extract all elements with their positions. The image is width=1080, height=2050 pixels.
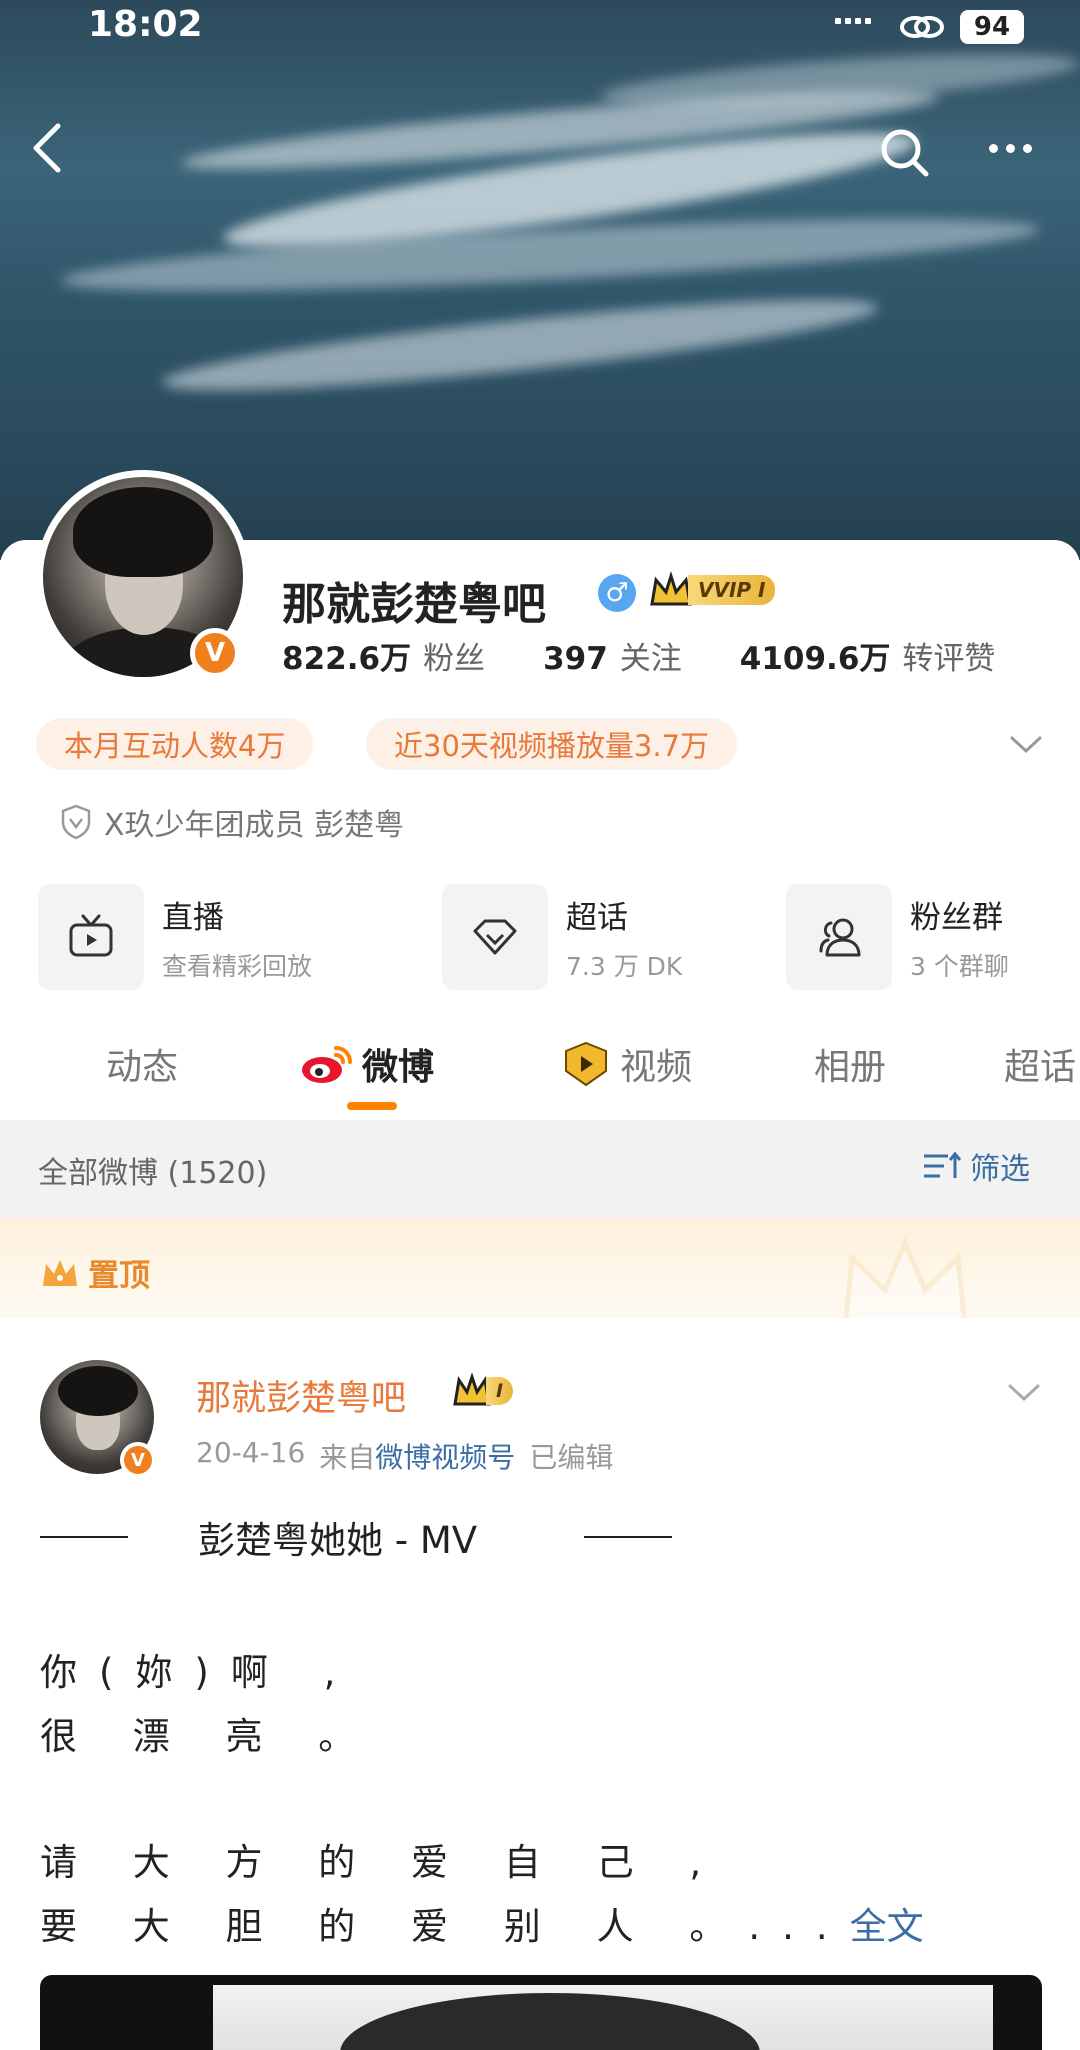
pinned-header: 置顶 <box>0 1218 1080 1331</box>
group-icon <box>819 918 861 957</box>
more-icon[interactable] <box>982 132 1038 164</box>
verification-row[interactable]: X玖少年团成员 彭楚粤 <box>60 800 404 844</box>
monthly-interaction-pill[interactable]: 本月互动人数4万 <box>36 718 314 770</box>
followers-count[interactable]: 822.6万 <box>282 633 411 678</box>
video-views-pill[interactable]: 近30天视频播放量3.7万 <box>366 718 738 770</box>
engagement-label: 转评赞 <box>902 641 996 677</box>
back-icon[interactable] <box>28 120 68 176</box>
diamond-icon <box>473 919 517 955</box>
post-line-4-row: 要 大 胆 的 爱 别 人 。...全文 <box>40 1896 924 1950</box>
profile-stats: 822.6万 粉丝 397 关注 4109.6万 转评赞 <box>282 633 995 678</box>
pinned-label: 置顶 <box>40 1250 150 1295</box>
fan-group-title: 粉丝群 <box>910 899 1003 936</box>
post-date: 20-4-16 <box>196 1436 306 1469</box>
vvip-badge[interactable]: VVIP I <box>648 570 776 610</box>
tab-weibo[interactable]: 微博 <box>298 1038 434 1090</box>
post-video-thumbnail[interactable] <box>40 1975 1042 2050</box>
weibo-logo-icon <box>302 1046 352 1083</box>
verified-v-icon: V <box>120 1442 156 1478</box>
crown-icon <box>43 1259 77 1286</box>
video-badge-icon <box>565 1041 607 1087</box>
filter-icon <box>924 1151 962 1178</box>
live-sub: 查看精彩回放 <box>162 951 313 981</box>
search-icon[interactable] <box>876 124 932 180</box>
following-count[interactable]: 397 <box>543 641 608 677</box>
tab-activity[interactable]: 动态 <box>106 1038 178 1090</box>
post-edited: 已编辑 <box>529 1441 614 1474</box>
divider-dash <box>40 1536 128 1538</box>
post-line-3: 请 大 方 的 爱 自 己 , <box>40 1841 724 1884</box>
engagement-count: 4109.6万 <box>739 641 891 677</box>
filter-label: 筛选 <box>970 1152 1030 1187</box>
tab-album[interactable]: 相册 <box>814 1038 886 1090</box>
profile-tabs: 动态 微博 视频 相册 超话 <box>0 1020 1080 1120</box>
vvip-label: VVIP I <box>688 575 776 605</box>
supertopic-title: 超话 <box>566 899 628 936</box>
post-meta: 20-4-16 来自微博视频号 已编辑 <box>196 1436 613 1476</box>
post-source-link[interactable]: 微博视频号 <box>375 1441 515 1474</box>
post-line-2: 很 漂 亮 。 <box>40 1715 378 1758</box>
verified-v-icon: V <box>190 628 240 678</box>
post-title: 彭楚粤她她 - MV <box>198 1519 478 1562</box>
active-tab-indicator <box>347 1102 397 1110</box>
following-label[interactable]: 关注 <box>620 633 682 678</box>
signal-icon <box>835 18 871 24</box>
read-full-text-link[interactable]: 全文 <box>850 1905 924 1948</box>
divider-dash <box>584 1536 672 1538</box>
post-author-name[interactable]: 那就彭楚粤吧 <box>196 1370 406 1421</box>
fan-group-sub: 3 个群聊 <box>910 951 1009 981</box>
tab-video[interactable]: 视频 <box>560 1038 692 1090</box>
battery-indicator: 94 <box>960 10 1024 44</box>
status-bar: 18:02 94 <box>0 0 1080 56</box>
chevron-down-icon[interactable] <box>1006 1380 1042 1404</box>
shield-icon <box>61 804 91 840</box>
post-from-prefix: 来自 <box>319 1441 376 1474</box>
tv-icon <box>69 914 113 957</box>
live-title: 直播 <box>162 899 224 936</box>
hotspot-link-icon <box>900 16 944 38</box>
fan-group-feature[interactable]: 粉丝群 3 个群聊 <box>786 884 1009 990</box>
chevron-down-icon[interactable] <box>1008 732 1044 756</box>
tab-supertopic[interactable]: 超话 <box>1004 1038 1076 1090</box>
post-member-badge[interactable]: I <box>452 1372 514 1410</box>
live-feature[interactable]: 直播 查看精彩回放 <box>38 884 312 990</box>
filter-button[interactable]: 筛选 <box>922 1144 1030 1188</box>
all-weibo-count: 全部微博 (1520) <box>38 1156 268 1191</box>
followers-label[interactable]: 粉丝 <box>423 633 485 678</box>
status-time: 18:02 <box>88 4 203 45</box>
supertopic-sub: 7.3 万 DK <box>566 951 683 981</box>
verification-text: X玖少年团成员 彭楚粤 <box>104 808 405 843</box>
post-member-level: I <box>486 1377 514 1405</box>
post-line-1: 你(妳)啊 , <box>40 1651 358 1694</box>
profile-name: 那就彭楚粤吧 <box>282 579 546 630</box>
filter-bar: 全部微博 (1520) 筛选 <box>0 1120 1080 1218</box>
wave-foam <box>159 282 881 408</box>
post-line-4: 要 大 胆 的 爱 别 人 。... <box>40 1905 850 1948</box>
supertopic-feature[interactable]: 超话 7.3 万 DK <box>442 884 682 990</box>
male-gender-icon: ♂ <box>598 574 636 612</box>
pinned-post: V 那就彭楚粤吧 I 20-4-16 来自微博视频号 已编辑 彭楚粤她她 - M… <box>0 1318 1080 2050</box>
